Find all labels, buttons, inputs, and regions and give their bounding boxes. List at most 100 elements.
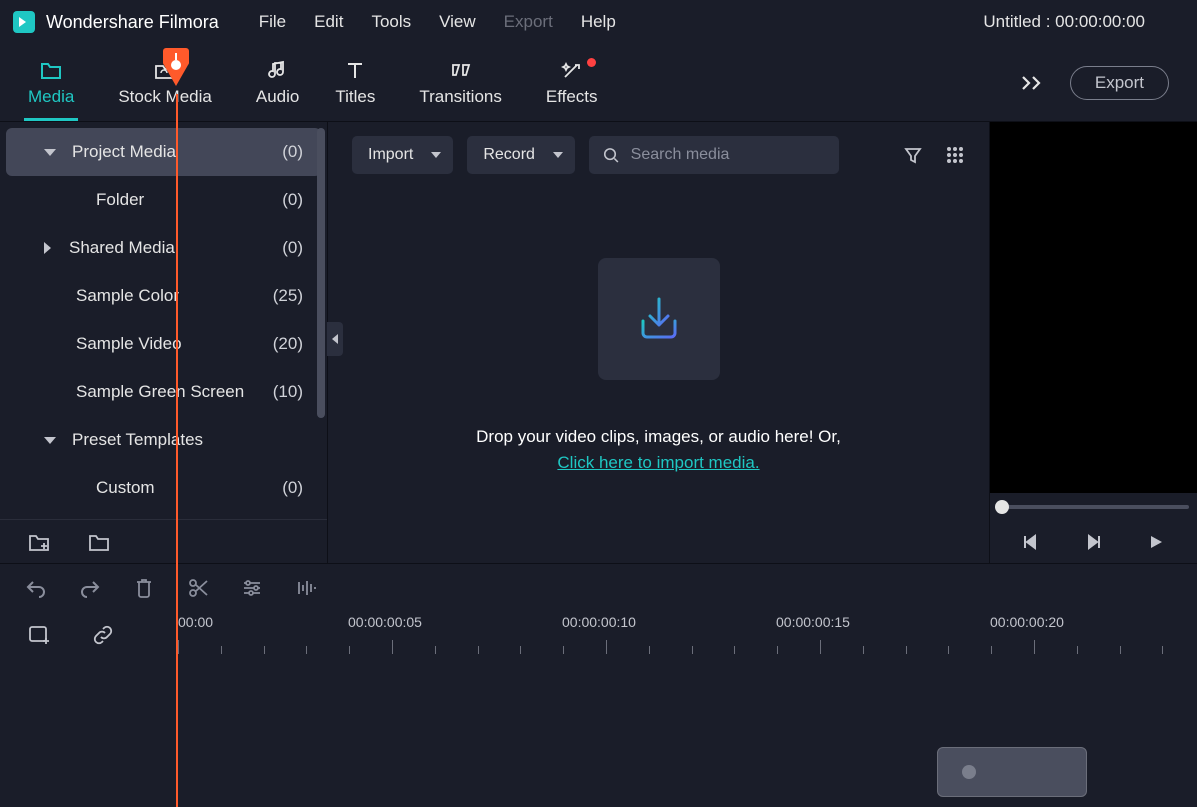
tab-titles[interactable]: Titles <box>317 44 393 121</box>
sidebar-item-custom[interactable]: Custom (0) <box>6 464 321 512</box>
prev-frame-button[interactable] <box>1022 533 1040 551</box>
tab-label: Audio <box>256 87 299 107</box>
menu-edit[interactable]: Edit <box>314 12 343 32</box>
ruler-label: 00:00 <box>178 614 213 630</box>
export-button[interactable]: Export <box>1070 66 1169 100</box>
timeline-toolbar <box>0 564 1197 612</box>
placeholder-clip[interactable] <box>937 747 1087 797</box>
tab-audio[interactable]: Audio <box>238 44 317 121</box>
step-back-icon <box>1022 533 1040 551</box>
sidebar-item-count: (20) <box>273 334 303 354</box>
slider-thumb[interactable] <box>995 500 1009 514</box>
play-button[interactable] <box>1147 533 1165 551</box>
sidebar-item-label: Folder <box>96 190 144 210</box>
download-icon <box>631 291 687 347</box>
chevron-left-icon <box>332 334 338 344</box>
drop-hint-text: Drop your video clips, images, or audio … <box>476 424 841 475</box>
timeline-panel: 00:00 00:00:00:05 00:00:00:10 00:00:00:1… <box>0 563 1197 807</box>
equalizer-icon <box>295 578 317 598</box>
folder-icon <box>40 59 62 81</box>
sidebar-item-preset-templates[interactable]: Preset Templates <box>6 416 321 464</box>
tab-transitions[interactable]: Transitions <box>393 44 528 121</box>
menu-help[interactable]: Help <box>581 12 616 32</box>
tab-label: Media <box>28 87 74 107</box>
combo-label: Record <box>483 146 535 164</box>
collapse-sidebar-button[interactable] <box>327 322 343 356</box>
next-frame-button[interactable] <box>1084 533 1102 551</box>
tab-effects[interactable]: Effects <box>528 44 616 121</box>
import-media-link[interactable]: Click here to import media. <box>557 453 759 472</box>
menu-bar: Wondershare Filmora File Edit Tools View… <box>0 0 1197 44</box>
step-forward-icon <box>1084 533 1102 551</box>
chevron-right-icon <box>44 242 51 254</box>
sidebar-item-label: Sample Green Screen <box>76 382 244 402</box>
app-title: Wondershare Filmora <box>46 12 219 33</box>
menu-file[interactable]: File <box>259 12 286 32</box>
redo-button[interactable] <box>78 576 102 600</box>
preview-viewport[interactable] <box>990 122 1197 493</box>
record-dropdown[interactable]: Record <box>467 136 575 174</box>
sidebar-item-project-media[interactable]: Project Media (0) <box>6 128 321 176</box>
split-button[interactable] <box>186 576 210 600</box>
sidebar-item-label: Preset Templates <box>72 430 203 450</box>
chevron-down-icon <box>44 437 56 444</box>
tab-label: Titles <box>335 87 375 107</box>
sidebar-item-label: Sample Video <box>76 334 182 354</box>
sidebar-scrollbar[interactable] <box>317 128 325 418</box>
adjust-button[interactable] <box>240 576 264 600</box>
timeline-tracks[interactable] <box>0 658 1197 807</box>
search-input[interactable] <box>631 146 825 164</box>
media-drop-area[interactable]: Drop your video clips, images, or audio … <box>328 188 989 563</box>
search-icon <box>603 146 619 164</box>
trash-icon <box>134 577 154 599</box>
link-button[interactable] <box>92 624 114 646</box>
ruler-label: 00:00:00:20 <box>990 614 1064 630</box>
add-track-icon <box>28 624 52 646</box>
filter-button[interactable] <box>903 145 923 165</box>
grid-view-button[interactable] <box>945 145 965 165</box>
menu-view[interactable]: View <box>439 12 476 32</box>
slider-track[interactable] <box>1002 505 1189 509</box>
sidebar-item-shared-media[interactable]: Shared Media (0) <box>6 224 321 272</box>
sidebar-item-folder[interactable]: Folder (0) <box>6 176 321 224</box>
tab-media[interactable]: Media <box>10 44 92 121</box>
app-logo-icon <box>12 10 36 34</box>
sidebar-item-sample-video[interactable]: Sample Video (20) <box>6 320 321 368</box>
delete-button[interactable] <box>132 576 156 600</box>
more-tabs-button[interactable] <box>1012 63 1052 103</box>
menu-tools[interactable]: Tools <box>371 12 411 32</box>
timeline-ruler[interactable]: 00:00 00:00:00:05 00:00:00:10 00:00:00:1… <box>176 612 1197 658</box>
filter-icon <box>903 145 923 165</box>
playhead-line[interactable] <box>176 94 178 807</box>
sidebar-item-count: (0) <box>282 190 303 210</box>
preview-seek-slider[interactable] <box>990 493 1197 521</box>
tab-label: Transitions <box>419 87 502 107</box>
ruler-label: 00:00:00:05 <box>348 614 422 630</box>
chevron-down-icon <box>431 152 441 158</box>
import-dropdown[interactable]: Import <box>352 136 453 174</box>
sidebar-item-label: Shared Media <box>69 238 175 258</box>
ruler-label: 00:00:00:10 <box>562 614 636 630</box>
transitions-icon <box>450 59 472 81</box>
preview-controls <box>990 521 1197 563</box>
audio-mixer-button[interactable] <box>294 576 318 600</box>
search-media-field[interactable] <box>589 136 839 174</box>
preview-panel <box>989 122 1197 563</box>
tab-label: Stock Media <box>118 87 212 107</box>
chevron-down-icon <box>44 149 56 156</box>
import-tile[interactable] <box>598 258 720 380</box>
add-track-button[interactable] <box>28 624 52 646</box>
sidebar-item-sample-color[interactable]: Sample Color (25) <box>6 272 321 320</box>
sidebar-item-count: (10) <box>273 382 303 402</box>
link-icon <box>92 624 114 646</box>
sidebar-item-count: (25) <box>273 286 303 306</box>
sidebar-item-sample-green-screen[interactable]: Sample Green Screen (10) <box>6 368 321 416</box>
chevrons-right-icon <box>1020 75 1044 91</box>
folder-button[interactable] <box>88 532 110 552</box>
playhead-marker-icon[interactable] <box>163 48 189 86</box>
scissors-icon <box>187 577 209 599</box>
sidebar-item-count: (0) <box>282 238 303 258</box>
sidebar-item-count: (0) <box>282 478 303 498</box>
undo-button[interactable] <box>24 576 48 600</box>
add-folder-button[interactable] <box>28 532 50 552</box>
